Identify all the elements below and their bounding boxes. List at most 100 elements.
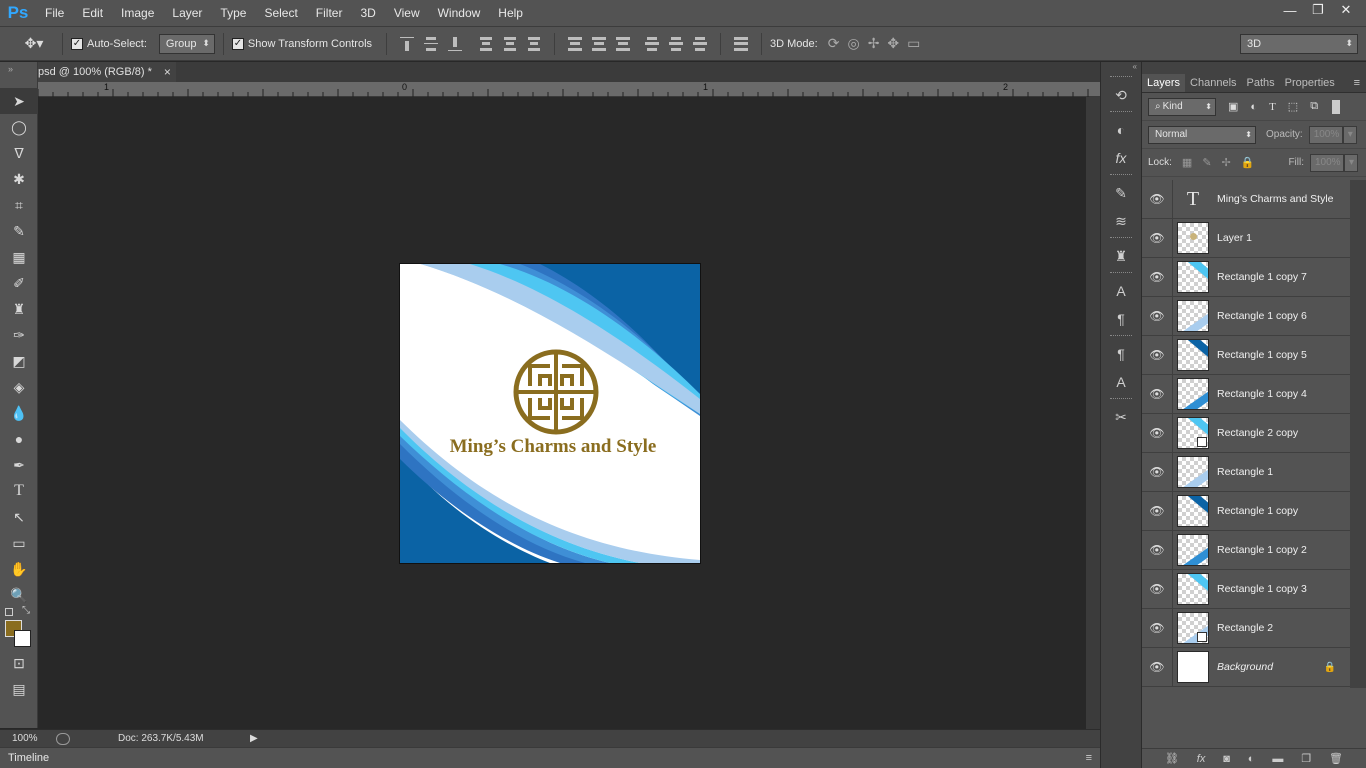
menu-select[interactable]: Select	[255, 0, 306, 26]
eraser-tool-icon[interactable]: ◩	[0, 348, 38, 374]
menu-filter[interactable]: Filter	[307, 0, 352, 26]
tab-properties[interactable]: Properties	[1280, 74, 1340, 92]
visibility-eye-icon[interactable]: 👁	[1142, 621, 1172, 635]
3d-rotate-icon[interactable]: ⟳	[828, 35, 840, 52]
align-top-icon[interactable]	[400, 36, 415, 51]
history-brush-tool-icon[interactable]: ✑	[0, 322, 38, 348]
default-colors-icon[interactable]	[5, 608, 13, 616]
tab-channels[interactable]: Channels	[1185, 74, 1241, 92]
layer-row[interactable]: 👁 Rectangle 1 copy 5	[1142, 335, 1350, 375]
hand-tool-icon[interactable]: ✋	[0, 556, 38, 582]
visibility-eye-icon[interactable]: 👁	[1142, 543, 1172, 557]
status-menu-icon[interactable]	[56, 732, 70, 745]
filter-type-icon[interactable]: T	[1269, 101, 1276, 113]
canvas-vertical-scrollbar[interactable]	[1086, 97, 1100, 729]
visibility-eye-icon[interactable]: 👁	[1142, 426, 1172, 440]
layer-row[interactable]: 👁 Background 🔒	[1142, 647, 1350, 687]
healing-brush-tool-icon[interactable]: ▦	[0, 244, 38, 270]
status-arrow-icon[interactable]: ▶	[250, 733, 258, 744]
clone-stamp-tool-icon[interactable]: ♜	[0, 296, 38, 322]
zoom-level[interactable]: 100%	[0, 733, 48, 744]
dodge-tool-icon[interactable]: ●	[0, 426, 38, 452]
visibility-eye-icon[interactable]: 👁	[1142, 504, 1172, 518]
move-tool-icon[interactable]: ➤	[0, 88, 38, 114]
close-window-button[interactable]: ✕	[1332, 0, 1360, 20]
character-styles-panel-icon[interactable]: A	[1101, 368, 1141, 396]
layer-row[interactable]: 👁 Rectangle 1	[1142, 452, 1350, 492]
distribute-bottom-icon[interactable]	[616, 36, 631, 51]
blur-tool-icon[interactable]: 💧	[0, 400, 38, 426]
menu-help[interactable]: Help	[489, 0, 532, 26]
minimize-button[interactable]: —	[1276, 0, 1304, 20]
3d-pan-icon[interactable]: ✢	[868, 35, 880, 52]
filter-adjustment-icon[interactable]: ◐	[1250, 101, 1257, 113]
layer-row[interactable]: 👁 Layer 1	[1142, 218, 1350, 258]
distribute-vcenter-icon[interactable]	[592, 36, 607, 51]
auto-align-icon[interactable]	[734, 36, 749, 51]
opacity-arrow[interactable]: ▾	[1342, 125, 1357, 144]
adjustments-panel-icon[interactable]: ◐	[1101, 116, 1141, 144]
paragraph-styles-panel-icon[interactable]: ¶	[1101, 340, 1141, 368]
visibility-eye-icon[interactable]: 👁	[1142, 465, 1172, 479]
new-layer-icon[interactable]: ❐	[1301, 752, 1311, 765]
visibility-eye-icon[interactable]: 👁	[1142, 309, 1172, 323]
menu-type[interactable]: Type	[211, 0, 255, 26]
opacity-field[interactable]: 100%	[1308, 125, 1343, 144]
distribute-hcenter-icon[interactable]	[669, 36, 684, 51]
lasso-tool-icon[interactable]: ᐁ	[0, 140, 38, 166]
swap-colors-icon[interactable]: ⤡	[22, 605, 30, 616]
layer-row[interactable]: 👁 Rectangle 1 copy	[1142, 491, 1350, 531]
move-tool-preset-icon[interactable]: ✥▾	[14, 35, 54, 52]
workspace-dropdown[interactable]: 3D	[1240, 33, 1358, 54]
quick-mask-icon[interactable]: ⊡	[0, 650, 38, 676]
lock-position-icon[interactable]: ✢	[1222, 156, 1231, 169]
3d-scale-icon[interactable]: ▭	[907, 35, 920, 52]
paint-bucket-tool-icon[interactable]: ◈	[0, 374, 38, 400]
rectangle-tool-icon[interactable]: ▭	[0, 530, 38, 556]
timeline-tab[interactable]: Timeline	[8, 752, 49, 764]
layer-row[interactable]: 👁 Rectangle 1 copy 6	[1142, 296, 1350, 336]
brush-tool-icon[interactable]: ✐	[0, 270, 38, 296]
menu-layer[interactable]: Layer	[163, 0, 211, 26]
layer-row[interactable]: 👁 Rectangle 2 copy	[1142, 413, 1350, 453]
link-layers-icon[interactable]: ⛓	[1165, 752, 1179, 765]
visibility-eye-icon[interactable]: 👁	[1142, 270, 1172, 284]
filter-toggle-icon[interactable]	[1332, 99, 1341, 114]
brush-presets-panel-icon[interactable]: ✎	[1101, 179, 1141, 207]
tab-paths[interactable]: Paths	[1242, 74, 1280, 92]
layer-row[interactable]: 👁 T Ming’s Charms and Style	[1142, 179, 1350, 219]
document-tab-close-icon[interactable]: ×	[164, 65, 171, 79]
3d-slide-icon[interactable]: ✥	[887, 35, 899, 52]
add-mask-icon[interactable]: ◙	[1223, 753, 1230, 765]
delete-layer-icon[interactable]: 🗑	[1329, 752, 1343, 765]
type-tool-icon[interactable]: T	[0, 478, 38, 504]
restore-button[interactable]: ❐	[1304, 0, 1332, 20]
filter-shape-icon[interactable]: ⬚	[1288, 100, 1298, 113]
paragraph-panel-icon[interactable]: ¶	[1101, 305, 1141, 333]
align-hcenter-icon[interactable]	[503, 36, 517, 51]
menu-file[interactable]: File	[36, 0, 73, 26]
document-canvas[interactable]: Ming’s Charms and Style	[400, 264, 700, 563]
screen-mode-icon[interactable]: ▤	[0, 676, 38, 702]
show-transform-checkbox[interactable]: ✓	[231, 37, 244, 50]
align-bottom-icon[interactable]	[448, 36, 463, 51]
panel-menu-icon[interactable]: ≡	[1354, 74, 1366, 92]
new-adjustment-layer-icon[interactable]: ◐	[1248, 753, 1255, 765]
align-left-icon[interactable]	[479, 36, 493, 51]
menu-view[interactable]: View	[385, 0, 429, 26]
path-selection-tool-icon[interactable]: ↖	[0, 504, 38, 530]
lock-pixels-icon[interactable]: ✎	[1202, 156, 1211, 169]
tools-panel-collapse-icon[interactable]: »	[0, 62, 37, 88]
visibility-eye-icon[interactable]: 👁	[1142, 348, 1172, 362]
layer-row[interactable]: 👁 Rectangle 1 copy 2	[1142, 530, 1350, 570]
blend-mode-dropdown[interactable]: Normal	[1148, 125, 1256, 144]
filter-smart-object-icon[interactable]: ⧉	[1310, 100, 1318, 113]
distribute-left-icon[interactable]	[645, 36, 660, 51]
layer-row[interactable]: 👁 Rectangle 1 copy 3	[1142, 569, 1350, 609]
dock-collapse-icon[interactable]: «	[1101, 62, 1141, 74]
visibility-eye-icon[interactable]: 👁	[1142, 387, 1172, 401]
visibility-eye-icon[interactable]: 👁	[1142, 582, 1172, 596]
distribute-top-icon[interactable]	[568, 36, 583, 51]
menu-edit[interactable]: Edit	[73, 0, 112, 26]
character-panel-icon[interactable]: A	[1101, 277, 1141, 305]
